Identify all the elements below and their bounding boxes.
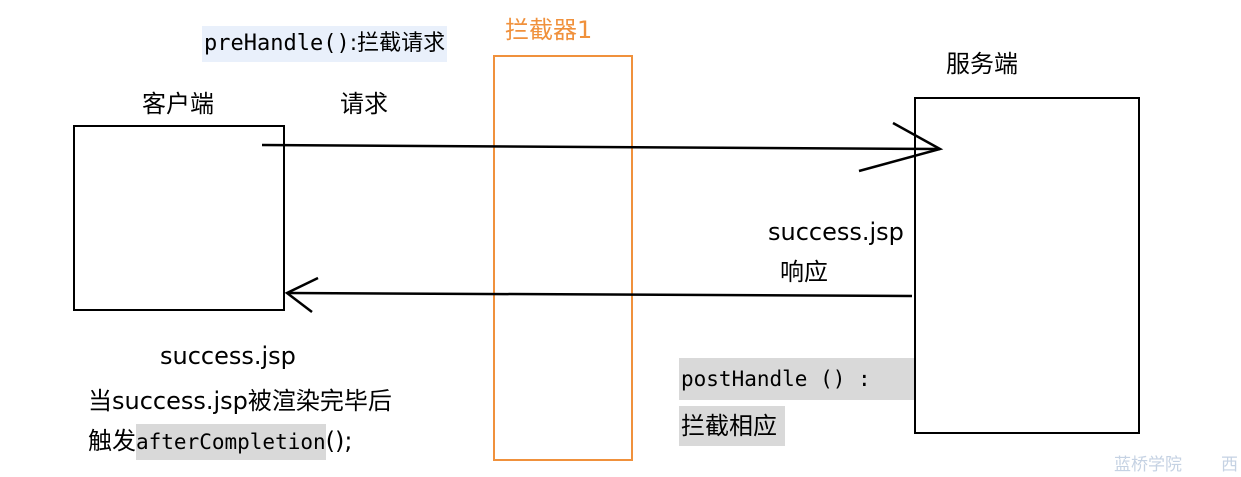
after-trigger-suffix: (); [325,427,353,455]
response-arrowhead [284,276,319,313]
watermark-logo: 蓝桥学院 [1114,455,1182,475]
posthandle-text: 拦截相应 [679,406,785,446]
watermark-corner: 西 [1221,455,1238,475]
after-completion-code: afterCompletion [136,424,326,460]
after-trigger-note: 触发afterCompletion(); [88,422,352,461]
after-rendered-note: 当success.jsp被渲染完毕后 [88,387,392,415]
response-arrow-line [286,291,913,298]
after-jsp-label: success.jsp [160,342,296,370]
posthandle-code: postHandle () : [679,358,914,400]
request-arrow-line [261,143,941,151]
after-trigger-prefix: 触发 [88,427,136,455]
request-arrowhead [858,121,944,173]
